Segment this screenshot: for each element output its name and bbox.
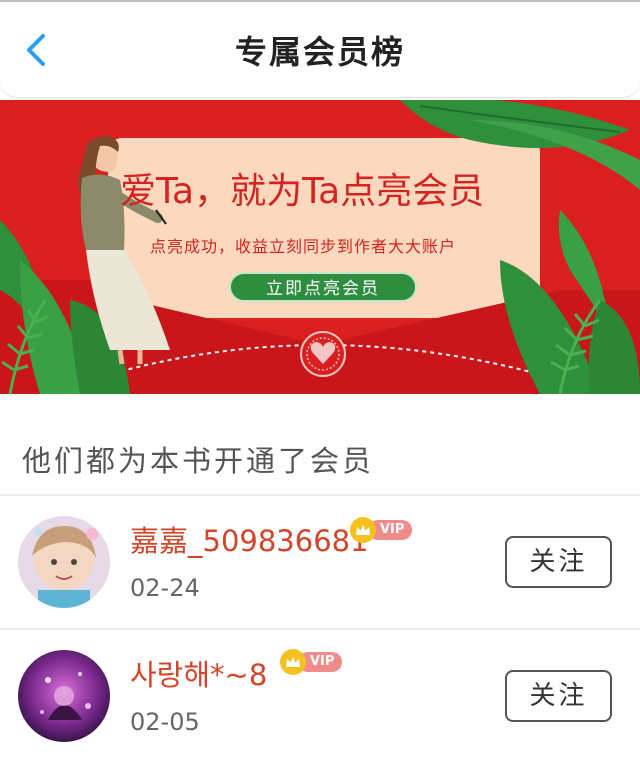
crown-icon bbox=[280, 649, 306, 675]
status-strip bbox=[0, 0, 640, 2]
crown-icon bbox=[350, 517, 376, 543]
member-date: 02-24 bbox=[130, 574, 200, 602]
avatar[interactable] bbox=[18, 516, 110, 608]
follow-button[interactable]: 关注 bbox=[505, 536, 612, 588]
list-item: 사랑해*~8 VIP 02-05 关注 bbox=[0, 630, 640, 762]
app-header: 专属会员榜 bbox=[0, 0, 640, 98]
supporters-heading: 他们都为本书开通了会员 bbox=[22, 444, 375, 478]
avatar[interactable] bbox=[18, 650, 110, 742]
banner-headline: 爱Ta，就为Ta点亮会员 bbox=[120, 171, 485, 212]
vip-promo-banner[interactable]: 爱Ta，就为Ta点亮会员 点亮成功，收益立刻同步到作者大大账户 立即点亮会员 bbox=[0, 100, 640, 394]
member-name[interactable]: 사랑해*~8 bbox=[130, 652, 267, 694]
vip-badge: VIP bbox=[280, 649, 343, 675]
member-name[interactable]: 嘉嘉_509836681 bbox=[130, 518, 369, 560]
follow-button[interactable]: 关注 bbox=[505, 670, 612, 722]
member-date: 02-05 bbox=[130, 708, 200, 736]
vip-badge: VIP bbox=[350, 517, 413, 543]
avatar-image bbox=[18, 516, 110, 608]
avatar-image bbox=[18, 650, 110, 742]
page-title: 专属会员榜 bbox=[234, 33, 405, 71]
light-up-vip-button[interactable]: 立即点亮会员 bbox=[229, 272, 417, 302]
list-item: 嘉嘉_509836681 VIP 02-24 关注 bbox=[0, 496, 640, 628]
banner-subtitle: 点亮成功，收益立刻同步到作者大大账户 bbox=[150, 237, 457, 256]
